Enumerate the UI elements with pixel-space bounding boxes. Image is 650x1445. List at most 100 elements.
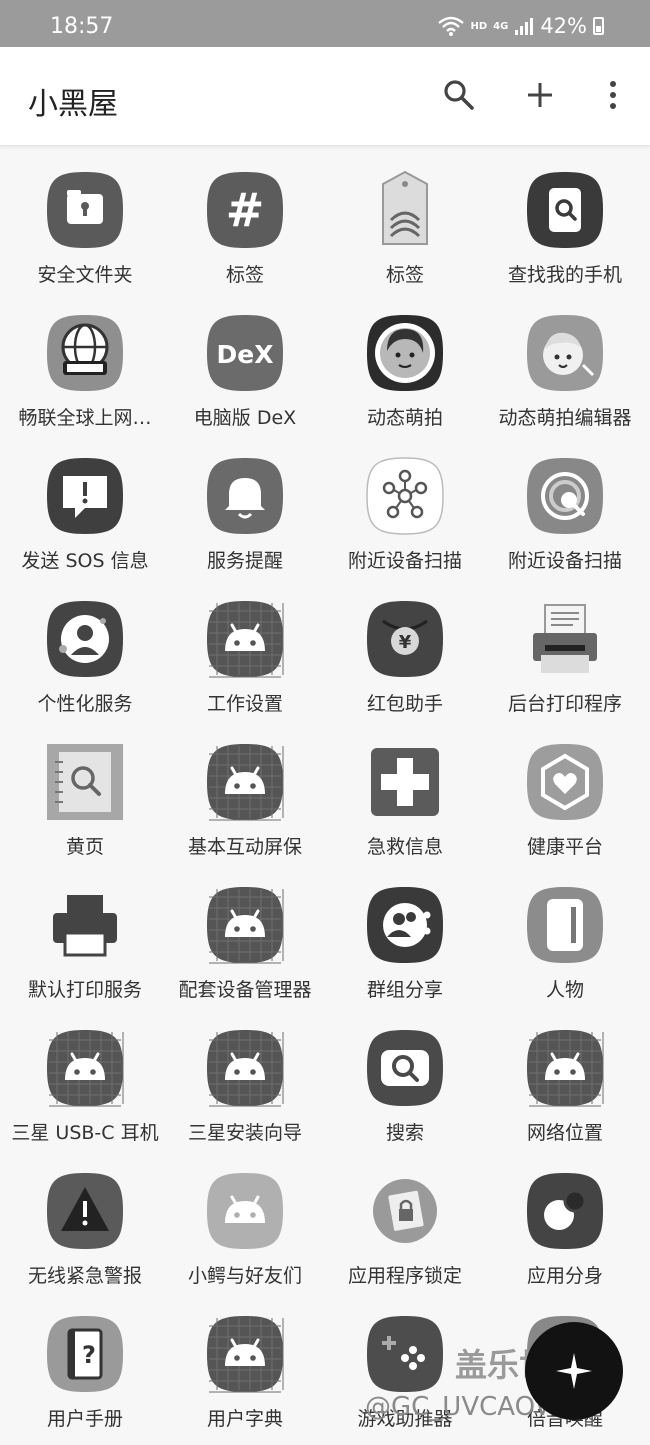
user-manual-icon: ? [45,1314,125,1394]
app-item[interactable]: 三星 USB-C 耳机 [5,1016,165,1159]
app-item[interactable]: 健康平台 [485,730,645,873]
more-options-button[interactable] [595,77,631,113]
ar-emoji-icon [365,313,445,393]
app-item[interactable]: 后台打印程序 [485,587,645,730]
android-plain-icon [205,1171,285,1251]
app-label: 电脑版 DeX [193,407,297,429]
android-icon [45,1028,125,1108]
app-label: 红包助手 [366,693,443,715]
app-label: 后台打印程序 [507,693,622,715]
app-item[interactable]: 无线紧急警报 [5,1159,165,1302]
group-share-icon [365,885,445,965]
app-label: 查找我的手机 [507,264,622,286]
app-item[interactable]: 附近设备扫描 [325,444,485,587]
android-icon [205,885,285,965]
app-label: 网络位置 [526,1122,603,1144]
app-label: 小鳄与好友们 [187,1265,302,1287]
app-label: 默认打印服务 [27,979,142,1001]
app-item[interactable]: 人物 [485,873,645,1016]
app-item[interactable]: DeX 电脑版 DeX [165,301,325,444]
app-item[interactable]: 小鳄与好友们 [165,1159,325,1302]
app-item[interactable]: 个性化服务 [5,587,165,730]
app-label: 个性化服务 [37,693,133,715]
add-icon [528,83,552,107]
add-button[interactable] [522,77,558,113]
app-lock-icon [365,1171,445,1251]
app-item[interactable]: 工作设置 [165,587,325,730]
app-item[interactable]: 应用程序锁定 [325,1159,485,1302]
app-item[interactable]: 动态萌拍编辑器 [485,301,645,444]
ar-emoji-editor-icon [525,313,605,393]
app-item[interactable]: 安全文件夹 [5,158,165,301]
app-label: 畅联全球上网… [18,407,152,429]
app-item[interactable]: ? 用户手册 [5,1302,165,1445]
search-icon [444,80,474,110]
health-platform-icon [525,742,605,822]
app-item[interactable]: ¥ 红包助手 [325,587,485,730]
global-roaming-icon [45,313,125,393]
app-item[interactable]: 用户字典 [165,1302,325,1445]
battery-percent: 42% [540,14,587,38]
nfc-tag-icon [365,170,445,250]
app-item[interactable]: 查找我的手机 [485,158,645,301]
floating-action-button[interactable] [525,1322,623,1420]
battery-icon [593,17,604,35]
android-icon [205,742,285,822]
app-item[interactable]: 群组分享 [325,873,485,1016]
app-label: 急救信息 [366,836,443,858]
warning-icon [45,1171,125,1251]
app-item[interactable]: 附近设备扫描 [485,444,645,587]
app-label: 无线紧急警报 [27,1265,142,1287]
status-right: HD 4G 42% [438,14,604,38]
app-label: 标签 [225,264,264,286]
app-item[interactable]: 默认打印服务 [5,873,165,1016]
wifi-icon [438,16,465,36]
app-item[interactable]: 基本互动屏保 [165,730,325,873]
app-label: 人物 [545,979,584,1001]
svg-text:?: ? [82,1341,96,1369]
app-item[interactable]: 搜索 [325,1016,485,1159]
app-label: 配套设备管理器 [178,979,312,1001]
svg-text:#: # [226,183,265,237]
app-label: 发送 SOS 信息 [21,550,149,572]
android-icon [205,1028,285,1108]
app-label: 健康平台 [526,836,603,858]
app-label: 用户手册 [46,1408,123,1430]
app-label: 搜索 [385,1122,424,1144]
app-item[interactable]: 动态萌拍 [325,301,485,444]
printer-icon [45,885,125,965]
app-item[interactable]: 标签 [325,158,485,301]
svg-text:DeX: DeX [217,340,274,369]
search-button[interactable] [441,77,477,113]
app-item[interactable]: 黄页 [5,730,165,873]
bell-icon [205,456,285,536]
app-label: 基本互动屏保 [187,836,302,858]
dex-icon: DeX [205,313,285,393]
app-item[interactable]: 网络位置 [485,1016,645,1159]
red-envelope-icon: ¥ [365,599,445,679]
app-label: 动态萌拍编辑器 [498,407,632,429]
secure-folder-icon [45,170,125,250]
android-icon [205,599,285,679]
app-item[interactable]: 配套设备管理器 [165,873,325,1016]
app-label: 群组分享 [366,979,443,1001]
app-label: 用户字典 [206,1408,283,1430]
hd-indicator: HD [470,20,488,32]
app-label: 附近设备扫描 [507,550,622,572]
nearby-scan-radar-icon [525,456,605,536]
app-item[interactable]: 服务提醒 [165,444,325,587]
signal-icon [514,16,534,36]
app-item[interactable]: 畅联全球上网… [5,301,165,444]
app-item[interactable]: 发送 SOS 信息 [5,444,165,587]
android-icon [525,1028,605,1108]
svg-text:¥: ¥ [399,632,412,653]
app-label: 附近设备扫描 [347,550,462,572]
app-label: 动态萌拍 [366,407,443,429]
app-item[interactable]: 应用分身 [485,1159,645,1302]
android-icon [205,1314,285,1394]
app-item[interactable]: 急救信息 [325,730,485,873]
app-item[interactable]: # 标签 [165,158,325,301]
app-item[interactable]: 三星安装向导 [165,1016,325,1159]
app-label: 应用分身 [526,1265,603,1287]
app-label: 安全文件夹 [37,264,133,286]
